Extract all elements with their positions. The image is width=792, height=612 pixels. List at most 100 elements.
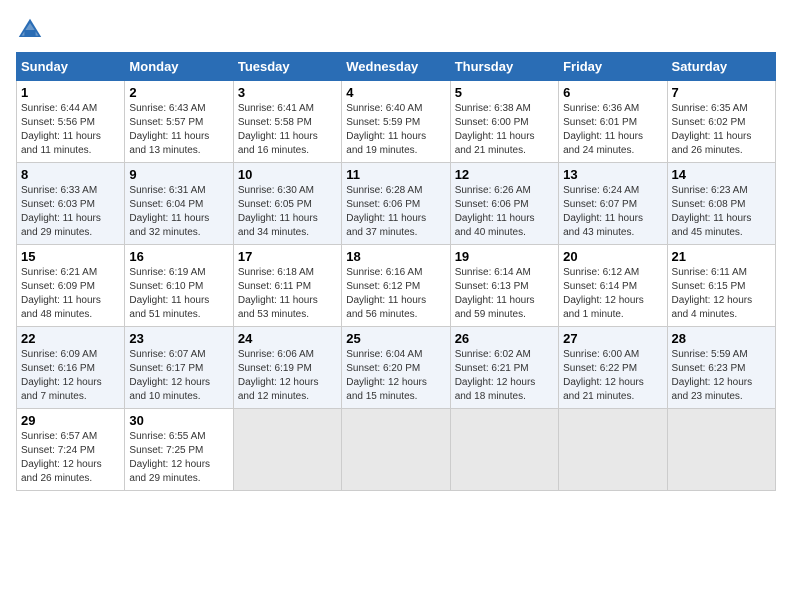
day-number: 18: [346, 249, 445, 264]
calendar-cell: 19Sunrise: 6:14 AM Sunset: 6:13 PM Dayli…: [450, 245, 558, 327]
calendar-cell: 28 Sunrise: 5:59 AM Sunset: 6:23 PM Dayli…: [667, 327, 775, 409]
calendar-cell: 4 Sunrise: 6:40 AM Sunset: 5:59 PM Daylig…: [342, 81, 450, 163]
day-info: Sunrise: 6:41 AM Sunset: 5:58 PM Dayligh…: [238, 102, 337, 158]
day-info: Sunrise: 6:00 AM Sunset: 6:22 PM Dayligh…: [563, 348, 662, 404]
calendar-cell: 14Sunrise: 6:23 AM Sunset: 6:08 PM Dayli…: [667, 163, 775, 245]
calendar-cell: 5Sunrise: 6:38 AM Sunset: 6:00 PM Daylig…: [450, 81, 558, 163]
day-info: Sunrise: 6:09 AM Sunset: 6:16 PM Dayligh…: [21, 348, 120, 404]
calendar-cell: 8 Sunrise: 6:33 AM Sunset: 6:03 PM Daylig…: [17, 163, 125, 245]
day-number: 19: [455, 249, 554, 264]
day-number: 13: [563, 167, 662, 182]
day-info: Sunrise: 6:12 AM Sunset: 6:14 PM Dayligh…: [563, 266, 662, 322]
day-number: 11: [346, 167, 445, 182]
weekday-header: Wednesday: [342, 53, 450, 81]
calendar-cell: 12 Sunrise: 6:26 AM Sunset: 6:06 PM Dayli…: [450, 163, 558, 245]
day-number: 16: [129, 249, 228, 264]
day-number: 5: [455, 85, 554, 100]
day-info: Sunrise: 6:36 AM Sunset: 6:01 PM Dayligh…: [563, 102, 662, 158]
weekday-header: Tuesday: [233, 53, 341, 81]
day-info: Sunrise: 6:44 AM Sunset: 5:56 PM Dayligh…: [21, 102, 120, 158]
day-info: Sunrise: 6:33 AM Sunset: 6:03 PM Dayligh…: [21, 184, 120, 240]
day-number: 3: [238, 85, 337, 100]
logo: [16, 16, 48, 44]
day-info: Sunrise: 6:30 AM Sunset: 6:05 PM Dayligh…: [238, 184, 337, 240]
weekday-header: Friday: [559, 53, 667, 81]
page-header: [16, 16, 776, 44]
calendar-cell: 21Sunrise: 6:11 AM Sunset: 6:15 PM Dayli…: [667, 245, 775, 327]
weekday-header: Sunday: [17, 53, 125, 81]
day-info: Sunrise: 6:55 AM Sunset: 7:25 PM Dayligh…: [129, 430, 228, 486]
calendar-cell: 29 Sunrise: 6:57 AM Sunset: 7:24 PM Dayli…: [17, 409, 125, 491]
calendar-cell: 6 Sunrise: 6:36 AM Sunset: 6:01 PM Daylig…: [559, 81, 667, 163]
day-info: Sunrise: 6:26 AM Sunset: 6:06 PM Dayligh…: [455, 184, 554, 240]
day-number: 23: [129, 331, 228, 346]
day-number: 15: [21, 249, 120, 264]
calendar-cell: 18 Sunrise: 6:16 AM Sunset: 6:12 PM Dayli…: [342, 245, 450, 327]
calendar-cell: 15Sunrise: 6:21 AM Sunset: 6:09 PM Dayli…: [17, 245, 125, 327]
day-info: Sunrise: 6:19 AM Sunset: 6:10 PM Dayligh…: [129, 266, 228, 322]
day-info: Sunrise: 6:07 AM Sunset: 6:17 PM Dayligh…: [129, 348, 228, 404]
day-number: 28: [672, 331, 771, 346]
day-info: Sunrise: 6:04 AM Sunset: 6:20 PM Dayligh…: [346, 348, 445, 404]
calendar-cell: 11 Sunrise: 6:28 AM Sunset: 6:06 PM Dayli…: [342, 163, 450, 245]
day-info: Sunrise: 6:43 AM Sunset: 5:57 PM Dayligh…: [129, 102, 228, 158]
calendar-cell: 22 Sunrise: 6:09 AM Sunset: 6:16 PM Dayli…: [17, 327, 125, 409]
day-info: Sunrise: 6:24 AM Sunset: 6:07 PM Dayligh…: [563, 184, 662, 240]
logo-icon: [16, 16, 44, 44]
calendar-cell: 24Sunrise: 6:06 AM Sunset: 6:19 PM Dayli…: [233, 327, 341, 409]
calendar-cell: 23 Sunrise: 6:07 AM Sunset: 6:17 PM Dayli…: [125, 327, 233, 409]
calendar-cell: 1Sunrise: 6:44 AM Sunset: 5:56 PM Daylig…: [17, 81, 125, 163]
day-number: 26: [455, 331, 554, 346]
calendar-header: SundayMondayTuesdayWednesdayThursdayFrid…: [17, 53, 776, 81]
calendar-cell: [233, 409, 341, 491]
day-number: 27: [563, 331, 662, 346]
weekday-header: Monday: [125, 53, 233, 81]
calendar-cell: [450, 409, 558, 491]
calendar-cell: 13 Sunrise: 6:24 AM Sunset: 6:07 PM Dayli…: [559, 163, 667, 245]
day-number: 8: [21, 167, 120, 182]
day-number: 12: [455, 167, 554, 182]
calendar-cell: 27 Sunrise: 6:00 AM Sunset: 6:22 PM Dayli…: [559, 327, 667, 409]
calendar-row: 29 Sunrise: 6:57 AM Sunset: 7:24 PM Dayli…: [17, 409, 776, 491]
day-number: 25: [346, 331, 445, 346]
day-info: Sunrise: 6:16 AM Sunset: 6:12 PM Dayligh…: [346, 266, 445, 322]
day-number: 6: [563, 85, 662, 100]
calendar-row: 15Sunrise: 6:21 AM Sunset: 6:09 PM Dayli…: [17, 245, 776, 327]
day-number: 24: [238, 331, 337, 346]
day-info: Sunrise: 6:28 AM Sunset: 6:06 PM Dayligh…: [346, 184, 445, 240]
day-number: 9: [129, 167, 228, 182]
day-number: 22: [21, 331, 120, 346]
calendar-cell: 17 Sunrise: 6:18 AM Sunset: 6:11 PM Dayli…: [233, 245, 341, 327]
day-number: 7: [672, 85, 771, 100]
day-info: Sunrise: 6:35 AM Sunset: 6:02 PM Dayligh…: [672, 102, 771, 158]
day-info: Sunrise: 6:18 AM Sunset: 6:11 PM Dayligh…: [238, 266, 337, 322]
day-info: Sunrise: 6:31 AM Sunset: 6:04 PM Dayligh…: [129, 184, 228, 240]
weekday-header: Thursday: [450, 53, 558, 81]
day-number: 20: [563, 249, 662, 264]
day-number: 4: [346, 85, 445, 100]
calendar-cell: [667, 409, 775, 491]
calendar-cell: 3 Sunrise: 6:41 AM Sunset: 5:58 PM Daylig…: [233, 81, 341, 163]
day-info: Sunrise: 6:02 AM Sunset: 6:21 PM Dayligh…: [455, 348, 554, 404]
calendar-cell: 20 Sunrise: 6:12 AM Sunset: 6:14 PM Dayli…: [559, 245, 667, 327]
day-number: 10: [238, 167, 337, 182]
calendar-cell: 7 Sunrise: 6:35 AM Sunset: 6:02 PM Daylig…: [667, 81, 775, 163]
day-number: 17: [238, 249, 337, 264]
day-info: Sunrise: 6:11 AM Sunset: 6:15 PM Dayligh…: [672, 266, 771, 322]
calendar-cell: 9 Sunrise: 6:31 AM Sunset: 6:04 PM Daylig…: [125, 163, 233, 245]
day-info: Sunrise: 6:40 AM Sunset: 5:59 PM Dayligh…: [346, 102, 445, 158]
weekday-header: Saturday: [667, 53, 775, 81]
calendar-cell: [342, 409, 450, 491]
calendar-cell: 25 Sunrise: 6:04 AM Sunset: 6:20 PM Dayli…: [342, 327, 450, 409]
calendar-cell: 2Sunrise: 6:43 AM Sunset: 5:57 PM Daylig…: [125, 81, 233, 163]
calendar-cell: [559, 409, 667, 491]
calendar-cell: 10 Sunrise: 6:30 AM Sunset: 6:05 PM Dayli…: [233, 163, 341, 245]
day-number: 29: [21, 413, 120, 428]
calendar-cell: 26 Sunrise: 6:02 AM Sunset: 6:21 PM Dayli…: [450, 327, 558, 409]
day-info: Sunrise: 6:57 AM Sunset: 7:24 PM Dayligh…: [21, 430, 120, 486]
day-info: Sunrise: 5:59 AM Sunset: 6:23 PM Dayligh…: [672, 348, 771, 404]
calendar-table: SundayMondayTuesdayWednesdayThursdayFrid…: [16, 52, 776, 491]
calendar-cell: 30 Sunrise: 6:55 AM Sunset: 7:25 PM Dayli…: [125, 409, 233, 491]
day-number: 30: [129, 413, 228, 428]
day-number: 14: [672, 167, 771, 182]
